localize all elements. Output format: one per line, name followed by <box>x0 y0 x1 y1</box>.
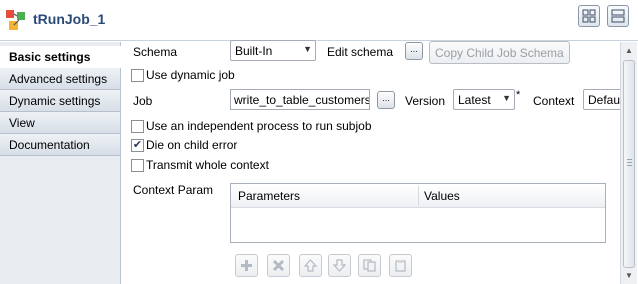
die-on-child-error-label: Die on child error <box>146 138 238 152</box>
tabbed-view-button[interactable] <box>578 5 600 27</box>
list-view-icon <box>611 9 625 23</box>
table-header: Parameters Values <box>231 184 605 208</box>
transmit-context-checkbox[interactable] <box>131 159 144 172</box>
independent-process-label: Use an independent process to run subjob <box>146 119 372 133</box>
scroll-down-icon[interactable]: ▼ <box>621 268 637 284</box>
job-field[interactable]: write_to_table_customers <box>230 89 370 110</box>
copy-row-button[interactable] <box>358 254 381 277</box>
version-value: Latest <box>458 93 491 107</box>
schema-value: Built-In <box>235 44 273 58</box>
grid-view-icon <box>582 9 596 23</box>
edit-schema-button[interactable]: ... <box>405 42 423 60</box>
component-header: tRunJob_1 <box>0 0 638 41</box>
tab-documentation[interactable]: Documentation <box>0 134 120 156</box>
transmit-context-label: Transmit whole context <box>146 158 269 172</box>
context-label: Context <box>533 94 575 108</box>
move-up-button[interactable] <box>299 254 322 277</box>
component-title: tRunJob_1 <box>33 11 106 27</box>
chevron-down-icon: ▼ <box>303 44 312 54</box>
paste-icon <box>395 260 406 272</box>
job-label: Job <box>133 94 153 108</box>
tab-advanced-settings[interactable]: Advanced settings <box>0 68 120 90</box>
copy-child-job-schema-button[interactable]: Copy Child Job Schema <box>429 41 570 64</box>
vertical-scrollbar[interactable]: ▲ ▼ <box>620 42 637 284</box>
version-label: Version <box>405 94 446 108</box>
column-header-values[interactable]: Values <box>424 189 460 203</box>
schema-label: Schema <box>133 45 178 59</box>
paste-row-button[interactable] <box>389 254 412 277</box>
move-up-icon <box>304 259 317 272</box>
tab-view[interactable]: View <box>0 112 120 134</box>
grip-line <box>627 162 632 163</box>
select-job-button[interactable]: ... <box>377 91 395 109</box>
version-select[interactable]: Latest ▼ <box>453 89 515 110</box>
grip-line <box>627 165 632 166</box>
scrollbar-thumb[interactable] <box>623 60 635 268</box>
basic-settings-panel: Schema Built-In ▼ Edit schema ... Copy C… <box>122 40 633 284</box>
copy-icon <box>363 259 376 272</box>
remove-icon <box>272 259 285 272</box>
column-header-parameters[interactable]: Parameters <box>238 189 300 203</box>
settings-sidebar: Basic settings Advanced settings Dynamic… <box>0 42 121 284</box>
tab-basic-settings[interactable]: Basic settings <box>0 46 121 68</box>
add-row-button[interactable] <box>235 254 258 277</box>
tab-dynamic-settings[interactable]: Dynamic settings <box>0 90 120 112</box>
die-on-child-error-checkbox[interactable]: ✔ <box>131 139 144 152</box>
independent-process-checkbox[interactable] <box>131 120 144 133</box>
context-param-table[interactable]: Parameters Values <box>230 183 606 243</box>
job-value: write_to_table_customers <box>234 93 370 107</box>
scroll-up-icon[interactable]: ▲ <box>621 43 637 59</box>
column-divider <box>418 186 419 206</box>
trunjob-component-icon <box>5 9 27 31</box>
add-icon <box>241 260 252 271</box>
chevron-down-icon: ▼ <box>502 93 511 103</box>
table-view-button[interactable] <box>607 5 629 27</box>
schema-select[interactable]: Built-In ▼ <box>230 40 316 61</box>
use-dynamic-job-label: Use dynamic job <box>146 68 235 82</box>
grip-line <box>627 159 632 160</box>
move-down-button[interactable] <box>328 254 351 277</box>
version-required-marker: * <box>516 89 521 101</box>
move-down-icon <box>333 259 346 272</box>
context-param-label: Context Param <box>133 183 214 197</box>
use-dynamic-job-checkbox[interactable] <box>131 69 144 82</box>
edit-schema-label: Edit schema <box>327 45 394 59</box>
remove-row-button[interactable] <box>267 254 290 277</box>
